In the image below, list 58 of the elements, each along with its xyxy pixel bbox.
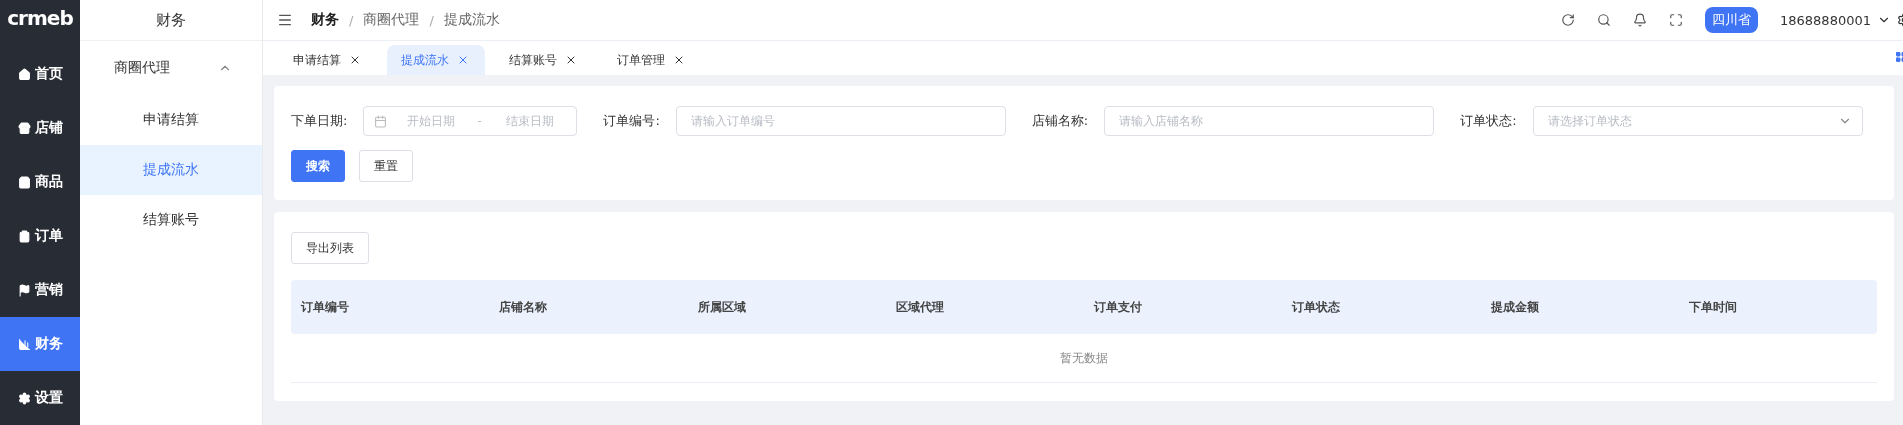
- submenu-group[interactable]: 商圈代理: [80, 41, 262, 95]
- column-header: 下单时间: [1687, 298, 1738, 316]
- store-icon: [17, 121, 31, 135]
- user-name[interactable]: 18688880001: [1780, 12, 1871, 28]
- breadcrumb-item[interactable]: 财务: [311, 11, 339, 29]
- breadcrumb-item: 提成流水: [443, 11, 500, 29]
- bell-icon[interactable]: [1633, 13, 1647, 27]
- submenu-item[interactable]: 结算账号: [80, 195, 262, 245]
- column-header: 店铺名称: [498, 298, 549, 316]
- search-icon[interactable]: [1597, 13, 1611, 27]
- submenu-item[interactable]: 提成流水: [80, 145, 262, 195]
- column-header: 订单编号: [299, 298, 350, 316]
- nav-item[interactable]: 财务: [0, 317, 80, 371]
- column-header: 订单支付: [1092, 298, 1143, 316]
- export-button[interactable]: 导出列表: [291, 232, 369, 264]
- menu-icon[interactable]: [277, 12, 293, 28]
- breadcrumb-item[interactable]: 商圈代理: [363, 11, 420, 29]
- nav-item[interactable]: 首页: [0, 47, 80, 101]
- tab[interactable]: 提成流水: [387, 45, 485, 75]
- start-date-placeholder: 开始日期: [407, 112, 456, 130]
- close-icon[interactable]: [673, 54, 685, 66]
- field-label: 店铺名称:: [1031, 112, 1089, 130]
- column-header: 区域代理: [894, 298, 945, 316]
- column-header: 订单状态: [1290, 298, 1342, 316]
- submenu-title: 财务: [80, 0, 262, 41]
- home-icon: [17, 67, 31, 81]
- breadcrumb-separator: /: [429, 12, 434, 28]
- input-field[interactable]: 请输入订单编号: [675, 106, 1006, 136]
- search-button[interactable]: 搜索: [291, 150, 345, 182]
- empty-text: 暂无数据: [291, 334, 1877, 383]
- fullscreen-icon[interactable]: [1669, 13, 1683, 27]
- breadcrumb-separator: /: [349, 12, 354, 28]
- region-badge[interactable]: 四川省: [1705, 7, 1758, 33]
- tab[interactable]: 订单管理: [603, 45, 701, 75]
- close-icon[interactable]: [349, 54, 361, 66]
- logo: crmeb: [6, 5, 74, 32]
- input-field[interactable]: 请输入店铺名称: [1104, 106, 1435, 136]
- nav-item[interactable]: 商品: [0, 155, 80, 209]
- field-label: 下单日期:: [291, 112, 348, 130]
- nav-item[interactable]: 设置: [0, 371, 80, 425]
- date-separator: -: [477, 114, 482, 128]
- nav-item[interactable]: 店铺: [0, 101, 80, 155]
- close-icon[interactable]: [565, 54, 577, 66]
- column-header: 提成金额: [1489, 298, 1540, 316]
- column-header: 所属区域: [696, 298, 747, 316]
- field-label: 订单编号:: [603, 112, 660, 130]
- submenu-item[interactable]: 申请结算: [80, 95, 262, 145]
- flag-icon: [17, 283, 31, 297]
- tab[interactable]: 结算账号: [495, 45, 593, 75]
- gear-icon: [17, 391, 31, 405]
- end-date-placeholder: 结束日期: [505, 112, 554, 130]
- reset-button[interactable]: 重置: [359, 150, 413, 182]
- nav-item[interactable]: 营销: [0, 263, 80, 317]
- field-label: 订单状态:: [1460, 112, 1517, 130]
- refresh-icon[interactable]: [1561, 13, 1575, 27]
- nav-item[interactable]: 订单: [0, 209, 80, 263]
- tab[interactable]: 申请结算: [279, 45, 377, 75]
- calendar-icon: [374, 114, 388, 128]
